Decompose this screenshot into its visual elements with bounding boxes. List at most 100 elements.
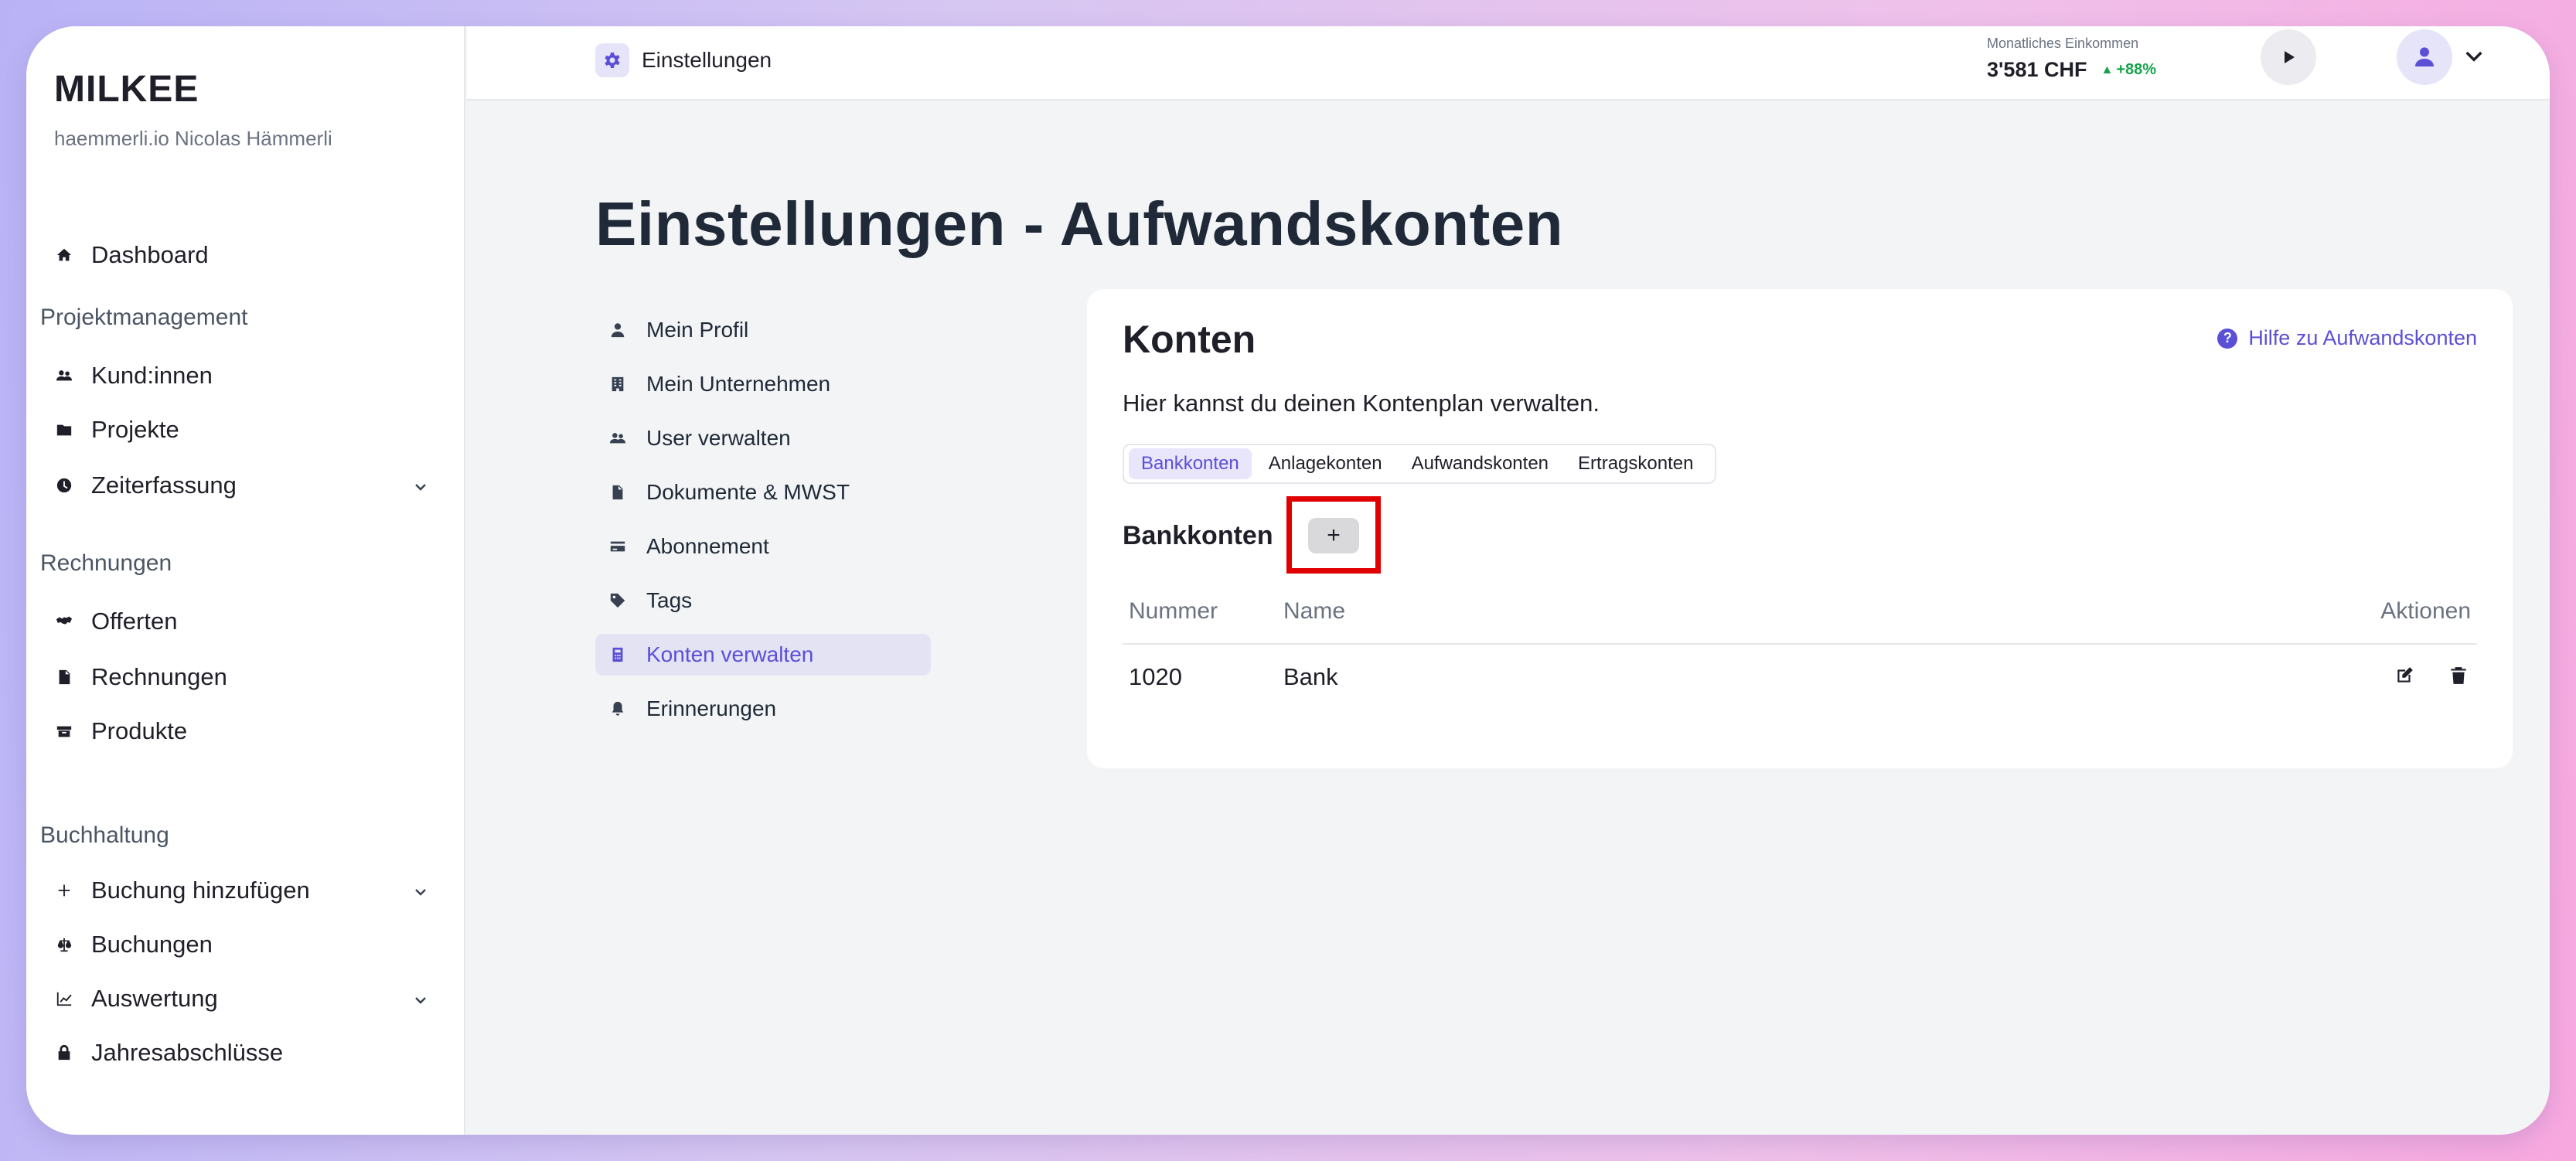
section-label-buchhaltung: Buchhaltung — [40, 822, 169, 848]
settings-nav-label: Abonnement — [646, 534, 769, 558]
topbar: Einstellungen Monatliches Einkommen 3'58… — [467, 26, 2550, 100]
monthly-income: Monatliches Einkommen 3'581 CHF ▲ +88% — [1987, 36, 2156, 82]
tab-ertragskonten[interactable]: Ertragskonten — [1566, 448, 1705, 479]
settings-nav-abonnement[interactable]: Abonnement — [595, 526, 931, 567]
row-name: Bank — [1283, 663, 1338, 690]
settings-nav-user-verwalten[interactable]: User verwalten — [595, 417, 931, 459]
lock-icon — [54, 1043, 74, 1063]
account-type-tabs: Bankkonten Anlagekonten Aufwandskonten E… — [1123, 444, 1717, 484]
chevron-down-icon[interactable] — [411, 988, 433, 1009]
users-icon — [608, 428, 628, 448]
sidebar-item-label: Projekte — [91, 416, 179, 443]
trash-icon[interactable] — [2446, 663, 2471, 688]
sidebar-item-label: Jahresabschlüsse — [91, 1039, 284, 1066]
table-header-nummer: Nummer — [1129, 598, 1218, 624]
chevron-down-icon[interactable] — [411, 475, 433, 496]
settings-nav-mein-unternehmen[interactable]: Mein Unternehmen — [595, 363, 931, 405]
sidebar-item-label: Buchung hinzufügen — [91, 877, 310, 904]
table-divider — [1123, 643, 2477, 645]
users-icon — [54, 366, 74, 386]
chart-line-icon — [54, 989, 74, 1009]
play-icon — [2285, 51, 2295, 63]
sidebar-item-label: Offerten — [91, 608, 178, 635]
brand-logo[interactable]: MILKEE — [54, 68, 199, 111]
sidebar-item-rechnungen[interactable]: Rechnungen — [54, 655, 433, 699]
user-avatar[interactable] — [2397, 29, 2452, 85]
sidebar-item-buchungen[interactable]: Buchungen — [54, 923, 433, 966]
income-label: Monatliches Einkommen — [1987, 36, 2139, 51]
settings-nav-mein-profil[interactable]: Mein Profil — [595, 309, 931, 351]
user-icon — [2415, 47, 2434, 66]
sidebar-item-label: Kund:innen — [91, 362, 213, 389]
question-icon: ? — [2217, 328, 2238, 349]
settings-nav-label: User verwalten — [646, 426, 791, 450]
section-title: Bankkonten — [1123, 521, 1273, 550]
row-nummer: 1020 — [1129, 663, 1182, 690]
clock-icon — [54, 475, 74, 495]
tab-anlagekonten[interactable]: Anlagekonten — [1256, 448, 1395, 479]
user-icon — [608, 320, 628, 340]
sidebar-item-label: Auswertung — [91, 985, 218, 1012]
tag-icon — [608, 591, 628, 611]
page-title: Einstellungen - Aufwandskonten — [595, 189, 1564, 258]
arrow-up-icon: ▲ — [2101, 63, 2114, 77]
sidebar-item-produkte[interactable]: Produkte — [54, 710, 433, 753]
konten-card: Konten ? Hilfe zu Aufwandskonten Hier ka… — [1087, 289, 2513, 768]
sidebar-item-label: Buchungen — [91, 931, 213, 958]
settings-nav-label: Dokumente & MWST — [646, 480, 850, 504]
card-title: Konten — [1123, 318, 1256, 361]
card-description: Hier kannst du deinen Kontenplan verwalt… — [1123, 390, 1600, 417]
chevron-down-icon[interactable] — [2462, 43, 2489, 71]
gear-icon — [595, 43, 629, 77]
settings-nav-tags[interactable]: Tags — [595, 580, 931, 621]
settings-nav-dokumente-mwst[interactable]: Dokumente & MWST — [595, 472, 931, 513]
section-label-projektmanagement: Projektmanagement — [40, 305, 248, 330]
credit-card-icon — [608, 536, 628, 557]
tab-bankkonten[interactable]: Bankkonten — [1129, 448, 1252, 479]
sidebar-item-kunden[interactable]: Kund:innen — [54, 354, 433, 397]
settings-nav-label: Mein Profil — [646, 318, 749, 342]
home-icon — [54, 245, 74, 265]
sidebar-item-dashboard[interactable]: Dashboard — [54, 233, 433, 277]
settings-nav-konten-verwalten[interactable]: Konten verwalten — [595, 634, 931, 676]
timer-play-button[interactable] — [2261, 29, 2316, 85]
sidebar-item-buchung-hinzufuegen[interactable]: Buchung hinzufügen — [54, 869, 433, 912]
income-value: 3'581 CHF — [1987, 58, 2087, 81]
breadcrumb-label: Einstellungen — [642, 48, 772, 72]
sidebar: MILKEE haemmerli.io Nicolas Hämmerli Das… — [26, 26, 465, 1135]
settings-nav-label: Erinnerungen — [646, 696, 777, 720]
help-link-label: Hilfe zu Aufwandskonten — [2248, 326, 2477, 349]
tab-aufwandskonten[interactable]: Aufwandskonten — [1399, 448, 1561, 479]
organization-name: haemmerli.io Nicolas Hämmerli — [54, 127, 332, 150]
calculator-icon — [608, 645, 628, 665]
plus-icon — [54, 880, 74, 901]
sidebar-item-offerten[interactable]: Offerten — [54, 600, 433, 643]
scale-icon — [54, 935, 74, 955]
sidebar-item-label: Rechnungen — [91, 663, 227, 690]
settings-nav: Mein Profil Mein Unternehmen User verwal… — [595, 309, 931, 742]
sidebar-item-auswertung[interactable]: Auswertung — [54, 977, 433, 1020]
breadcrumb: Einstellungen — [595, 43, 772, 77]
add-account-button[interactable]: + — [1308, 518, 1359, 553]
bell-icon — [608, 699, 628, 719]
document-icon — [608, 482, 628, 502]
sidebar-item-projekte[interactable]: Projekte — [54, 408, 433, 451]
sidebar-item-label: Dashboard — [91, 241, 209, 268]
invoice-icon — [54, 667, 74, 687]
sidebar-item-label: Zeiterfassung — [91, 472, 237, 499]
app-window: MILKEE haemmerli.io Nicolas Hämmerli Das… — [26, 26, 2550, 1135]
box-icon — [54, 721, 74, 741]
table-header-name: Name — [1283, 598, 1346, 624]
settings-nav-label: Mein Unternehmen — [646, 372, 831, 396]
sidebar-item-zeiterfassung[interactable]: Zeiterfassung — [54, 464, 433, 507]
sidebar-item-label: Produkte — [91, 717, 188, 744]
section-label-rechnungen: Rechnungen — [40, 550, 172, 576]
folder-icon — [54, 420, 74, 440]
edit-icon[interactable] — [2392, 663, 2417, 688]
sidebar-item-jahresabschluesse[interactable]: Jahresabschlüsse — [54, 1031, 433, 1074]
table-header-aktionen: Aktionen — [2380, 598, 2471, 624]
settings-nav-erinnerungen[interactable]: Erinnerungen — [595, 688, 931, 730]
income-change: +88% — [2116, 61, 2157, 78]
help-link[interactable]: ? Hilfe zu Aufwandskonten — [2217, 326, 2477, 350]
chevron-down-icon[interactable] — [411, 880, 433, 901]
